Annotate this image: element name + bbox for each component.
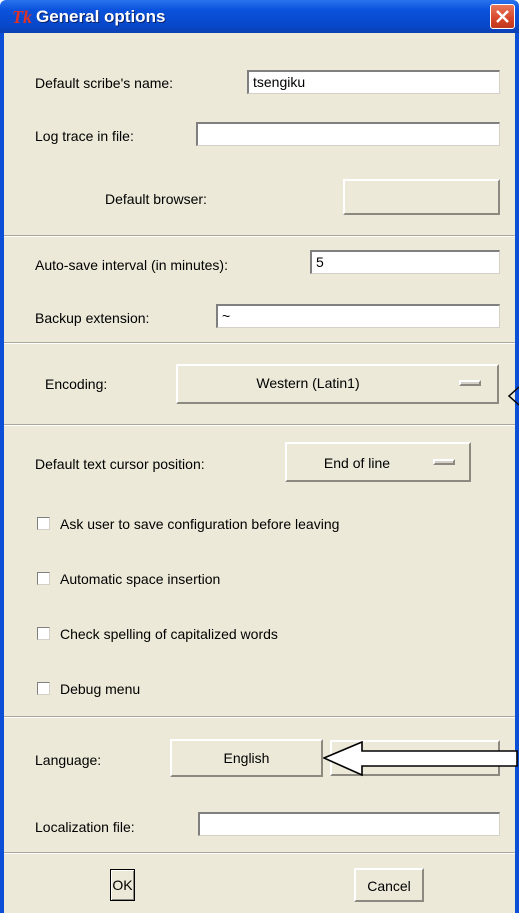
tk-feather-icon: Tk: [12, 7, 32, 27]
general-options-window: Tk General options Default scribe's name…: [0, 0, 519, 913]
autosave-interval-field[interactable]: 5: [310, 250, 500, 274]
language-label: Language:: [35, 752, 102, 768]
separator: [4, 235, 515, 237]
checkbox-space-insertion-label: Automatic space insertion: [60, 571, 221, 587]
log-trace-field[interactable]: [196, 122, 500, 146]
cursor-position-dropdown[interactable]: End of line: [285, 442, 471, 482]
cursor-position-label: Default text cursor position:: [35, 456, 205, 472]
close-button[interactable]: [490, 4, 515, 29]
backup-extension-field[interactable]: ~: [216, 304, 500, 328]
backup-extension-label: Backup extension:: [35, 310, 150, 326]
separator: [4, 852, 515, 854]
separator: [4, 716, 515, 718]
title-bar[interactable]: Tk General options: [0, 0, 519, 33]
checkbox-spelling-capitalized[interactable]: [37, 627, 50, 640]
close-x-icon: [496, 10, 509, 23]
checkbox-ask-save-label: Ask user to save configuration before le…: [60, 516, 340, 532]
checkbox-debug-menu-label: Debug menu: [60, 681, 141, 697]
menu-indicator-icon: [459, 380, 481, 386]
pointer-arrow-icon: [507, 386, 519, 406]
cursor-position-value: End of line: [323, 455, 391, 471]
window-title: General options: [36, 7, 166, 26]
checkbox-ask-save[interactable]: [37, 517, 50, 530]
pointer-arrow-icon: [323, 741, 518, 777]
default-browser-button[interactable]: [343, 179, 500, 215]
encoding-dropdown[interactable]: Western (Latin1): [176, 364, 499, 404]
log-trace-label: Log trace in file:: [35, 128, 134, 144]
separator: [4, 424, 515, 426]
localization-file-label: Localization file:: [35, 819, 135, 835]
menu-indicator-icon: [433, 459, 455, 465]
checkbox-space-insertion[interactable]: [37, 572, 50, 585]
encoding-value: Western (Latin1): [256, 375, 360, 391]
ok-button[interactable]: OK: [110, 869, 135, 901]
localization-file-field[interactable]: [198, 812, 500, 836]
default-browser-label: Default browser:: [105, 191, 207, 207]
window-frame-right: [515, 33, 519, 913]
separator: [4, 342, 515, 344]
checkbox-spelling-capitalized-label: Check spelling of capitalized words: [60, 626, 278, 642]
checkbox-debug-menu[interactable]: [37, 682, 50, 695]
scribe-name-label: Default scribe's name:: [35, 75, 174, 91]
autosave-interval-label: Auto-save interval (in minutes):: [35, 257, 228, 273]
encoding-label: Encoding:: [45, 376, 108, 392]
language-button[interactable]: English: [170, 739, 323, 777]
scribe-name-field[interactable]: tsengiku: [247, 70, 500, 94]
cancel-button[interactable]: Cancel: [354, 868, 424, 902]
